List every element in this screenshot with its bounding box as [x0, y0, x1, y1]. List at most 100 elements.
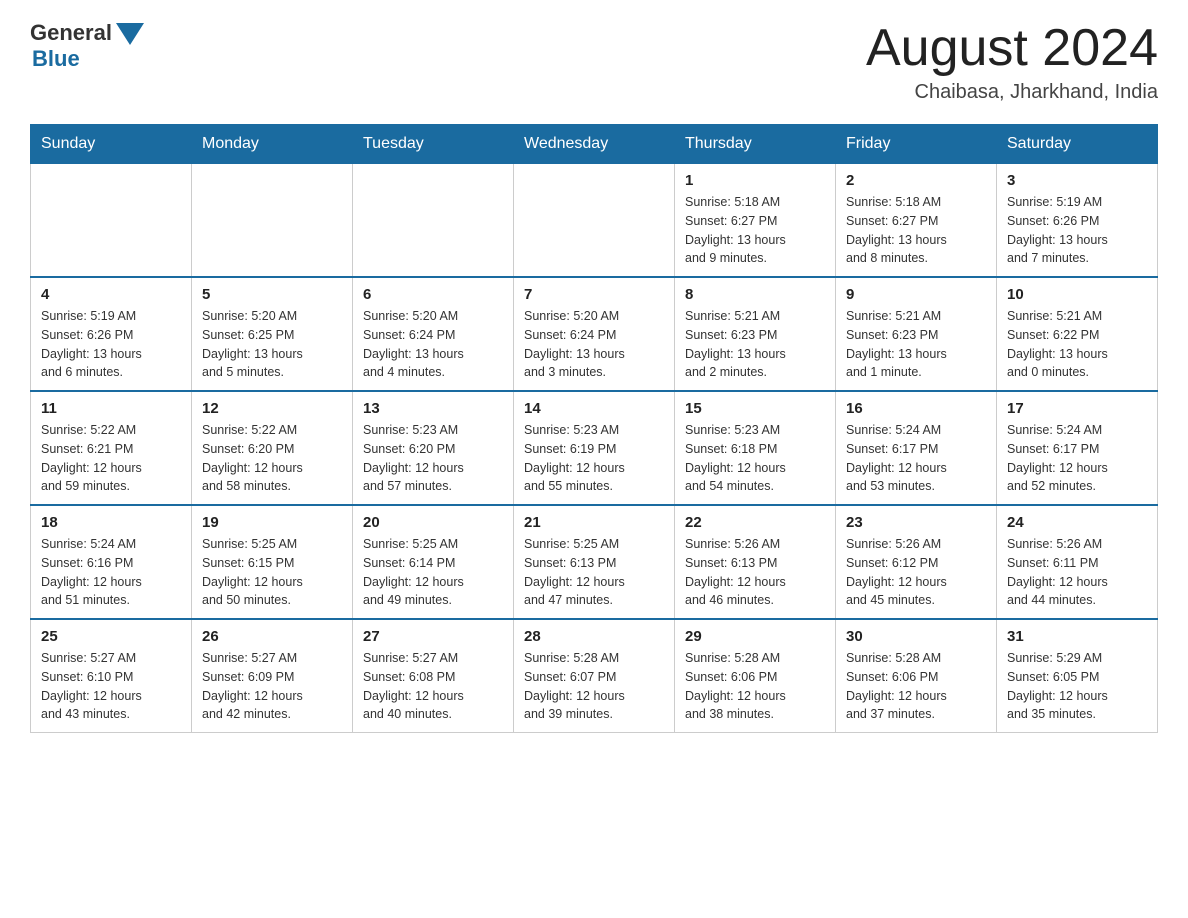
day-info: Sunrise: 5:21 AM Sunset: 6:23 PM Dayligh… — [846, 307, 986, 382]
day-number: 26 — [202, 628, 342, 645]
table-row: 17Sunrise: 5:24 AM Sunset: 6:17 PM Dayli… — [997, 391, 1158, 505]
day-number: 14 — [524, 400, 664, 417]
day-info: Sunrise: 5:27 AM Sunset: 6:08 PM Dayligh… — [363, 649, 503, 724]
table-row: 11Sunrise: 5:22 AM Sunset: 6:21 PM Dayli… — [31, 391, 192, 505]
day-number: 1 — [685, 172, 825, 189]
day-number: 23 — [846, 514, 986, 531]
day-number: 5 — [202, 286, 342, 303]
day-number: 25 — [41, 628, 181, 645]
day-number: 6 — [363, 286, 503, 303]
table-row: 29 Sunrise: 5:28 AM Sunset: 6:06 PM Dayli… — [675, 619, 836, 733]
table-row — [192, 164, 353, 278]
day-number: 3 — [1007, 172, 1147, 189]
day-number: 4 — [41, 286, 181, 303]
table-row: 14 Sunrise: 5:23 AM Sunset: 6:19 PM Dayli… — [514, 391, 675, 505]
table-row: 15Sunrise: 5:23 AM Sunset: 6:18 PM Dayli… — [675, 391, 836, 505]
calendar-month-year: August 2024 — [866, 20, 1158, 77]
day-info: Sunrise: 5:28 AM Sunset: 6:06 PM Dayligh… — [685, 649, 825, 724]
table-row: 16 Sunrise: 5:24 AM Sunset: 6:17 PM Dayli… — [836, 391, 997, 505]
header-sunday: Sunday — [31, 125, 192, 164]
table-row: 21 Sunrise: 5:25 AM Sunset: 6:13 PM Dayli… — [514, 505, 675, 619]
day-info: Sunrise: 5:24 AM Sunset: 6:17 PM Dayligh… — [846, 421, 986, 496]
day-number: 22 — [685, 514, 825, 531]
day-info: Sunrise: 5:26 AM Sunset: 6:12 PM Dayligh… — [846, 535, 986, 610]
day-number: 16 — [846, 400, 986, 417]
day-info: Sunrise: 5:26 AM Sunset: 6:13 PM Dayligh… — [685, 535, 825, 610]
table-row — [514, 164, 675, 278]
header-saturday: Saturday — [997, 125, 1158, 164]
table-row: 23 Sunrise: 5:26 AM Sunset: 6:12 PM Dayli… — [836, 505, 997, 619]
day-number: 2 — [846, 172, 986, 189]
calendar-location: Chaibasa, Jharkhand, India — [866, 81, 1158, 104]
day-info: Sunrise: 5:20 AM Sunset: 6:25 PM Dayligh… — [202, 307, 342, 382]
day-info: Sunrise: 5:25 AM Sunset: 6:15 PM Dayligh… — [202, 535, 342, 610]
day-info: Sunrise: 5:18 AM Sunset: 6:27 PM Dayligh… — [685, 193, 825, 268]
table-row: 4 Sunrise: 5:19 AM Sunset: 6:26 PM Daylig… — [31, 277, 192, 391]
table-row: 25 Sunrise: 5:27 AM Sunset: 6:10 PM Dayli… — [31, 619, 192, 733]
day-info: Sunrise: 5:19 AM Sunset: 6:26 PM Dayligh… — [41, 307, 181, 382]
day-info: Sunrise: 5:25 AM Sunset: 6:14 PM Dayligh… — [363, 535, 503, 610]
day-number: 20 — [363, 514, 503, 531]
day-number: 9 — [846, 286, 986, 303]
day-number: 11 — [41, 400, 181, 417]
day-info: Sunrise: 5:20 AM Sunset: 6:24 PM Dayligh… — [363, 307, 503, 382]
calendar-title-section: August 2024 Chaibasa, Jharkhand, India — [866, 20, 1158, 104]
day-number: 27 — [363, 628, 503, 645]
day-number: 12 — [202, 400, 342, 417]
day-number: 19 — [202, 514, 342, 531]
day-info: Sunrise: 5:24 AM Sunset: 6:16 PM Dayligh… — [41, 535, 181, 610]
calendar-week-row: 1 Sunrise: 5:18 AM Sunset: 6:27 PM Daylig… — [31, 164, 1158, 278]
day-info: Sunrise: 5:25 AM Sunset: 6:13 PM Dayligh… — [524, 535, 664, 610]
table-row: 1 Sunrise: 5:18 AM Sunset: 6:27 PM Daylig… — [675, 164, 836, 278]
calendar-week-row: 4 Sunrise: 5:19 AM Sunset: 6:26 PM Daylig… — [31, 277, 1158, 391]
table-row: 24Sunrise: 5:26 AM Sunset: 6:11 PM Dayli… — [997, 505, 1158, 619]
weekday-header-row: Sunday Monday Tuesday Wednesday Thursday… — [31, 125, 1158, 164]
table-row: 30 Sunrise: 5:28 AM Sunset: 6:06 PM Dayli… — [836, 619, 997, 733]
header-friday: Friday — [836, 125, 997, 164]
table-row — [353, 164, 514, 278]
day-number: 31 — [1007, 628, 1147, 645]
day-info: Sunrise: 5:23 AM Sunset: 6:20 PM Dayligh… — [363, 421, 503, 496]
header-tuesday: Tuesday — [353, 125, 514, 164]
day-number: 10 — [1007, 286, 1147, 303]
header-wednesday: Wednesday — [514, 125, 675, 164]
day-info: Sunrise: 5:28 AM Sunset: 6:06 PM Dayligh… — [846, 649, 986, 724]
table-row: 5 Sunrise: 5:20 AM Sunset: 6:25 PM Daylig… — [192, 277, 353, 391]
table-row: 10 Sunrise: 5:21 AM Sunset: 6:22 PM Dayli… — [997, 277, 1158, 391]
day-number: 24 — [1007, 514, 1147, 531]
calendar-week-row: 18 Sunrise: 5:24 AM Sunset: 6:16 PM Dayli… — [31, 505, 1158, 619]
table-row: 20 Sunrise: 5:25 AM Sunset: 6:14 PM Dayli… — [353, 505, 514, 619]
table-row: 3 Sunrise: 5:19 AM Sunset: 6:26 PM Daylig… — [997, 164, 1158, 278]
table-row: 2Sunrise: 5:18 AM Sunset: 6:27 PM Daylig… — [836, 164, 997, 278]
day-number: 18 — [41, 514, 181, 531]
day-info: Sunrise: 5:21 AM Sunset: 6:22 PM Dayligh… — [1007, 307, 1147, 382]
logo-blue-text: Blue — [32, 46, 80, 71]
day-info: Sunrise: 5:20 AM Sunset: 6:24 PM Dayligh… — [524, 307, 664, 382]
calendar-week-row: 11Sunrise: 5:22 AM Sunset: 6:21 PM Dayli… — [31, 391, 1158, 505]
table-row: 9 Sunrise: 5:21 AM Sunset: 6:23 PM Daylig… — [836, 277, 997, 391]
day-number: 28 — [524, 628, 664, 645]
day-number: 8 — [685, 286, 825, 303]
day-info: Sunrise: 5:27 AM Sunset: 6:09 PM Dayligh… — [202, 649, 342, 724]
header-monday: Monday — [192, 125, 353, 164]
day-info: Sunrise: 5:23 AM Sunset: 6:18 PM Dayligh… — [685, 421, 825, 496]
day-number: 29 — [685, 628, 825, 645]
page-header: General Blue August 2024 Chaibasa, Jhark… — [30, 20, 1158, 104]
day-number: 13 — [363, 400, 503, 417]
calendar-table: Sunday Monday Tuesday Wednesday Thursday… — [30, 124, 1158, 733]
day-number: 21 — [524, 514, 664, 531]
table-row: 26 Sunrise: 5:27 AM Sunset: 6:09 PM Dayli… — [192, 619, 353, 733]
day-number: 17 — [1007, 400, 1147, 417]
logo: General Blue — [30, 20, 144, 72]
table-row: 27 Sunrise: 5:27 AM Sunset: 6:08 PM Dayli… — [353, 619, 514, 733]
day-info: Sunrise: 5:23 AM Sunset: 6:19 PM Dayligh… — [524, 421, 664, 496]
table-row: 18 Sunrise: 5:24 AM Sunset: 6:16 PM Dayli… — [31, 505, 192, 619]
table-row: 31Sunrise: 5:29 AM Sunset: 6:05 PM Dayli… — [997, 619, 1158, 733]
day-info: Sunrise: 5:19 AM Sunset: 6:26 PM Dayligh… — [1007, 193, 1147, 268]
header-thursday: Thursday — [675, 125, 836, 164]
day-number: 30 — [846, 628, 986, 645]
day-info: Sunrise: 5:27 AM Sunset: 6:10 PM Dayligh… — [41, 649, 181, 724]
day-info: Sunrise: 5:21 AM Sunset: 6:23 PM Dayligh… — [685, 307, 825, 382]
table-row: 7Sunrise: 5:20 AM Sunset: 6:24 PM Daylig… — [514, 277, 675, 391]
table-row: 8 Sunrise: 5:21 AM Sunset: 6:23 PM Daylig… — [675, 277, 836, 391]
